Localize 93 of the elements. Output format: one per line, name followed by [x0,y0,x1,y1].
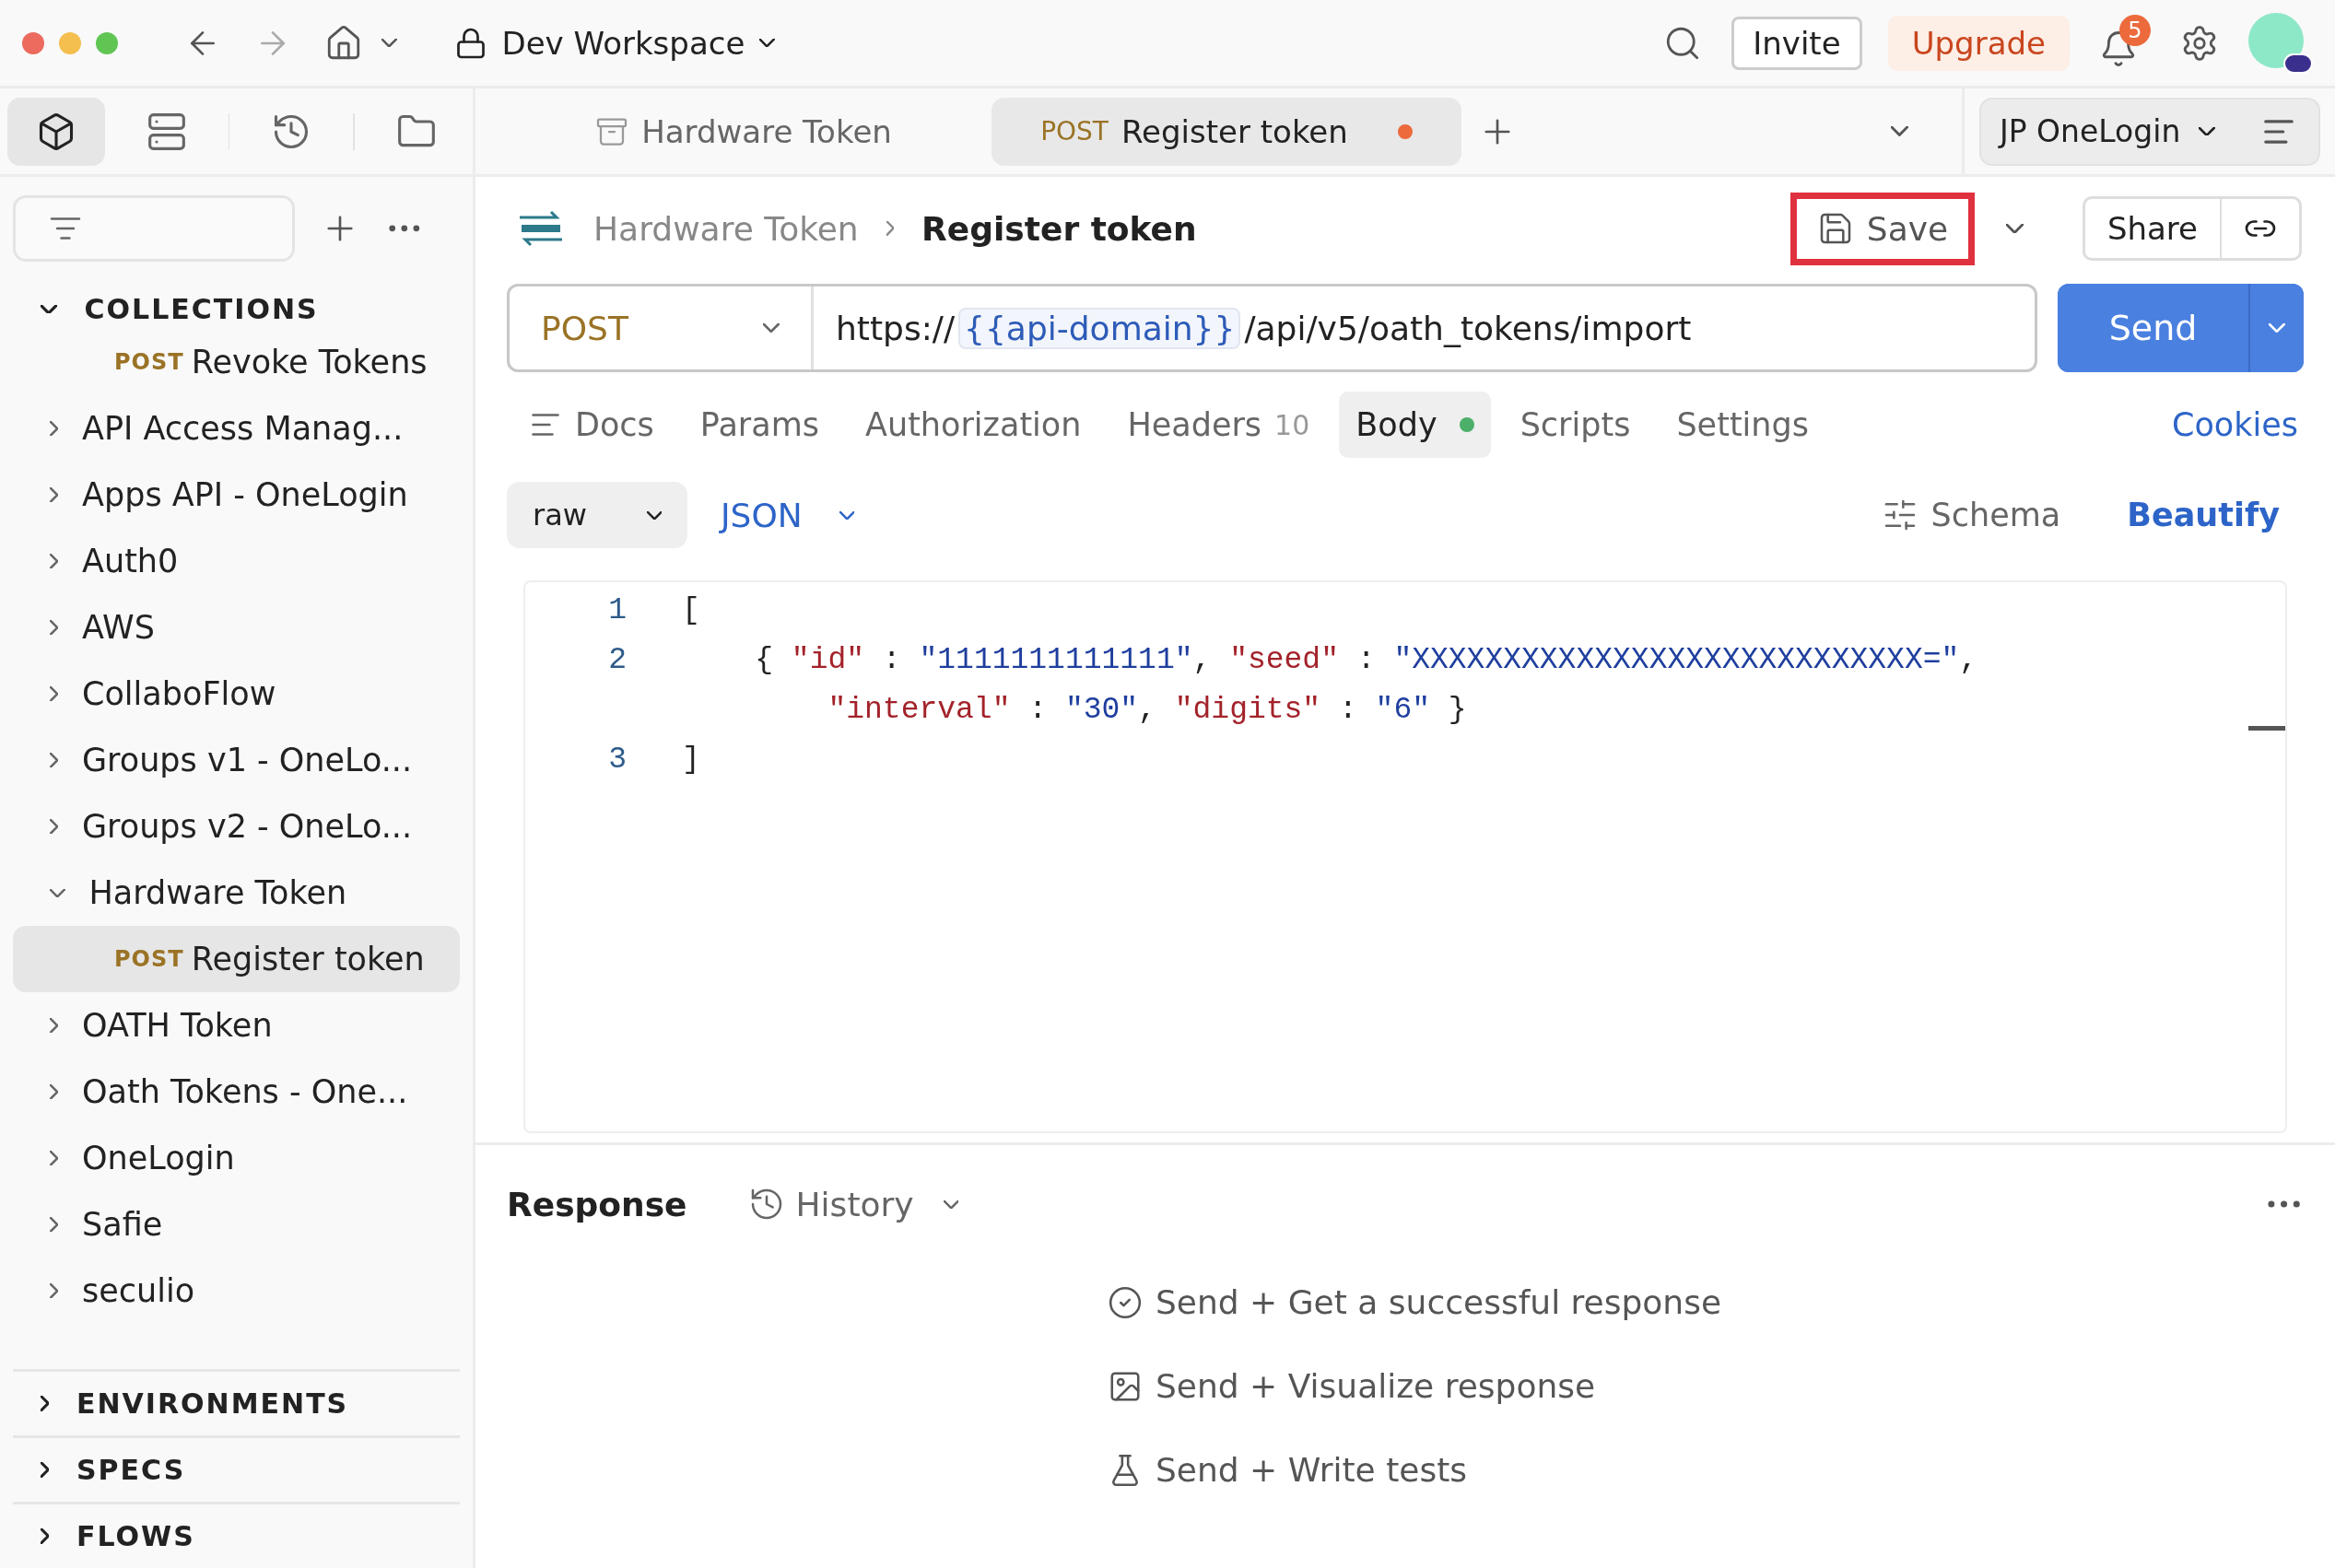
sidebar-folder-item[interactable]: Groups v1 - OneLo... [13,727,460,793]
code-line: "interval" : "30", "digits" : "6" } [827,692,1468,729]
request-section-tab[interactable]: Params [683,392,836,458]
save-button[interactable]: Save [1789,192,1976,265]
request-section-tab[interactable]: Authorization [849,392,1098,458]
chevron-down-icon [943,1199,959,1209]
more-icon [389,225,420,232]
url-field[interactable]: https:// {{api-domain}} /api/v5/oath_tokens/import [814,307,1692,349]
request-section-tab[interactable]: Scripts [1503,392,1648,458]
sidebar-folder-item[interactable]: API Access Manag... [13,395,460,462]
chevron-right-icon [50,1017,58,1034]
chevron-down-icon [646,510,662,520]
chevron-right-icon [50,420,58,437]
sidebar-folder-item[interactable]: Safie [13,1191,460,1258]
filter-field[interactable] [13,195,295,262]
sidebar-section-header[interactable]: ENVIRONMENTS [13,1369,460,1435]
check-circle-icon [1108,1284,1143,1320]
chevron-down-icon [2199,126,2215,136]
sidebar-folder-item[interactable]: Groups v2 - OneLo... [13,793,460,860]
response-action-link[interactable]: Send + Write tests [1108,1451,2335,1489]
chevron-right-icon [50,1083,58,1100]
response-action-link[interactable]: Send + Get a successful response [1108,1283,2335,1321]
sidebar-folder-item[interactable]: CollaboFlow [13,661,460,727]
chevron-right-icon [50,1150,58,1166]
send-options-button[interactable] [2248,284,2304,372]
chevron-down-icon [1891,126,1908,136]
body-mode-selector[interactable]: raw [507,482,687,548]
line-number: 1 [607,592,627,629]
sidebar-folder-item[interactable]: Auth0 [13,528,460,594]
chevron-right-icon [41,1396,49,1411]
sidebar-section-header[interactable]: SPECS [13,1435,460,1502]
request-section-tab[interactable]: Settings [1660,392,1825,458]
workspace-selector[interactable]: Dev Workspace [448,23,780,63]
sidebar-request-item[interactable]: POST Revoke Tokens [13,329,460,395]
scrollbar-thumb[interactable] [2248,726,2285,731]
sidebar-folder-item[interactable]: Apps API - OneLogin [13,462,460,528]
chevron-right-icon [41,1528,49,1544]
sidebar-section-header[interactable]: FLOWS [13,1502,460,1568]
sidebar-request-item[interactable]: POST Register token [13,926,460,992]
language-selector[interactable]: JSON [715,496,861,534]
chevron-right-icon [50,685,58,702]
chevron-right-icon [50,1216,58,1233]
upgrade-button[interactable]: Upgrade [1887,15,2070,71]
sidebar-folder-item[interactable]: Oath Tokens - One... [13,1059,460,1125]
more-icon [2267,1200,2300,1208]
chevron-right-icon [50,486,58,503]
sidebar-view-tab[interactable] [7,97,105,166]
chevron-right-icon [886,221,895,236]
request-section-tab[interactable]: Headers 10 [1110,392,1327,458]
response-action-link[interactable]: Send + Visualize response [1108,1367,2335,1405]
sidebar-folder-item[interactable]: OATH Token [13,992,460,1059]
chevron-down-icon [41,304,57,314]
schema-button[interactable]: Schema [1875,496,2067,534]
code-line: { "id" : "1111111111111", "seed" : "XXXXXXXXXXXXXXXXXXXXXXXXXXXX=", [754,642,1978,679]
chevron-right-icon [41,1462,49,1478]
request-tab[interactable]: Hardware Token [509,97,979,166]
cookies-link[interactable]: Cookies [2165,405,2304,444]
sidebar-folder-item[interactable]: seculio [13,1258,460,1324]
request-section-tab[interactable]: Docs [512,392,671,458]
avatar[interactable] [2248,12,2313,74]
request-tab[interactable]: POST Register token [991,97,1461,166]
chevron-right-icon [50,1282,58,1299]
chevron-right-icon [50,818,58,835]
chevron-down-icon [50,888,65,897]
notification-count: 5 [2119,14,2151,46]
beautify-button[interactable]: Beautify [2121,496,2285,534]
chevron-down-icon [759,39,775,47]
sidebar-folder-item[interactable]: OneLogin [13,1125,460,1191]
chevron-right-icon [50,619,58,636]
chevron-right-icon [50,553,58,569]
code-line: ] [682,742,700,778]
chevron-down-icon [381,39,397,47]
sidebar-folder-item[interactable]: Hardware Token [13,860,460,926]
chevron-down-icon [839,510,855,520]
chevron-down-icon [2269,323,2285,333]
line-number: 2 [607,642,627,679]
invite-button[interactable]: Invite [1731,16,1862,70]
code-line: [ [682,592,700,629]
chevron-right-icon [50,752,58,768]
code-editor[interactable]: 1 [ 2 { "id" : "1111111111111", "seed" : "XXXXXXXXXXXXXXXXXXXXXXXXXXXX=", "interval" : "30", "digits" : "6" } 3 ] [523,580,2287,1133]
window-close-button[interactable] [22,31,44,54]
server-icon [146,111,187,152]
line-number: 3 [607,742,627,778]
sidebar-folder-item[interactable]: AWS [13,594,460,661]
history-dropdown[interactable]: History [742,1184,965,1224]
breadcrumb-item[interactable]: Hardware Token [593,209,859,248]
chevron-down-icon [2006,223,2024,234]
chevron-down-icon [763,323,780,333]
response-title: Response [507,1185,687,1223]
method-selector[interactable]: POST [510,287,814,369]
request-section-tab[interactable]: Body [1339,392,1491,458]
collections-header[interactable]: COLLECTIONS [13,280,460,329]
breadcrumb-item: Register token [921,209,1197,248]
